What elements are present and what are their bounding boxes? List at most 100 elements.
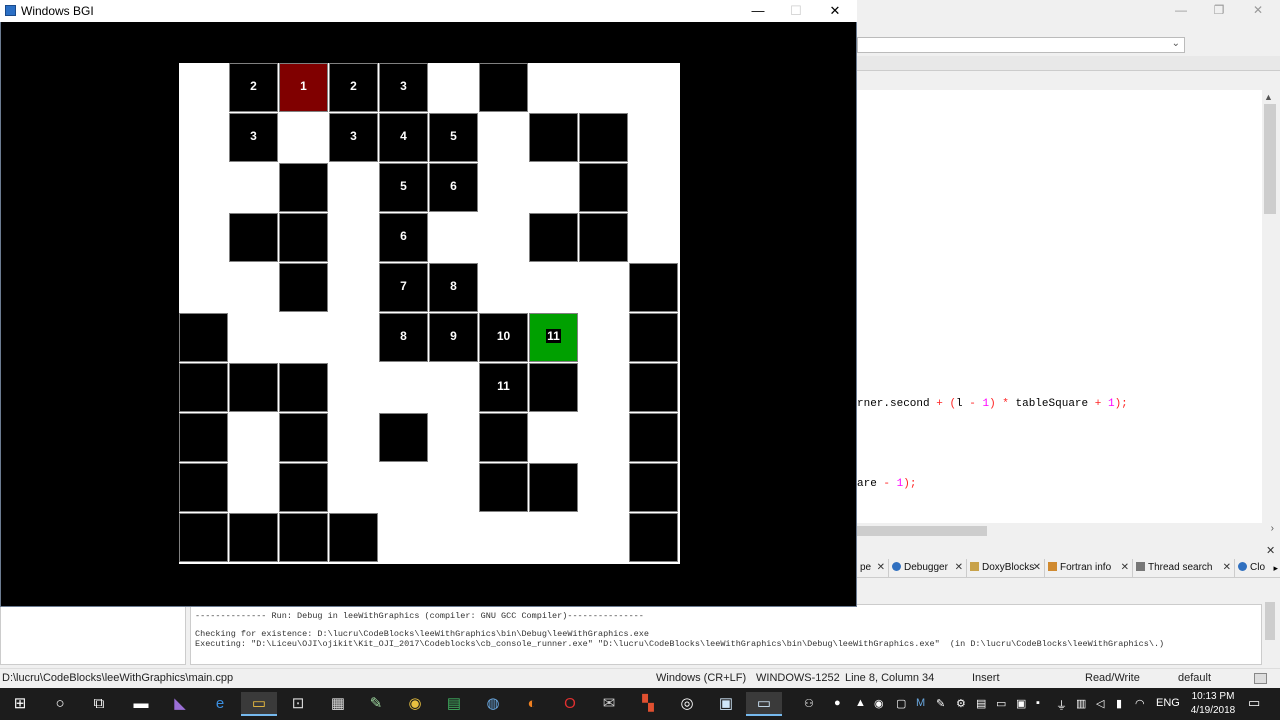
opera-icon[interactable]: O	[552, 692, 588, 716]
bgi-window[interactable]: 2 1 2 3 3 3 4 5 5 6 6 7 8 8 9 10 11 11	[0, 0, 857, 607]
status-insert-mode: Insert	[972, 672, 1000, 684]
wall-cell: 2	[329, 63, 378, 112]
scroll-thumb[interactable]	[1265, 602, 1275, 640]
tab-thread-search[interactable]: Thread search ✕	[1133, 559, 1235, 577]
tray-app-icon[interactable]: ▪	[1036, 697, 1040, 709]
tab-fortran-info[interactable]: Fortran info ✕	[1045, 559, 1133, 577]
free-cell	[329, 363, 379, 413]
obs-icon[interactable]: ◎	[669, 692, 705, 716]
free-cell	[229, 463, 279, 513]
network-icon[interactable]: ▥	[1076, 697, 1086, 710]
code-editor[interactable]: rner.second + (l - 1) * tableSquare + 1)…	[857, 90, 1262, 523]
ide-restore-button[interactable]: ❐	[1200, 0, 1238, 20]
end-cell: 11	[529, 313, 578, 362]
volume-icon[interactable]: ◁	[1096, 697, 1104, 710]
codeblocks-icon[interactable]: ▚	[630, 692, 666, 716]
free-cell	[179, 63, 229, 113]
free-cell	[579, 363, 629, 413]
doxyblocks-icon	[970, 562, 979, 571]
close-icon[interactable]: ✕	[955, 559, 963, 577]
task-view-icon[interactable]: ⧉	[81, 692, 117, 716]
close-icon[interactable]: ✕	[1033, 559, 1041, 577]
wall-cell	[229, 363, 278, 412]
close-icon[interactable]: ✕	[1121, 559, 1129, 577]
cell-distance-label: 2	[350, 79, 357, 93]
cortana-icon[interactable]: ○	[42, 692, 78, 716]
free-cell	[329, 213, 379, 263]
visual-studio-icon[interactable]: ◣	[162, 692, 198, 716]
bgi-title-bar[interactable]: Windows BGI — ☐ ✕	[0, 0, 857, 22]
tray-app-icon[interactable]: ▣	[1016, 697, 1026, 710]
tab-build-log[interactable]: pe ✕	[857, 559, 889, 577]
scroll-up-icon[interactable]: ▲	[1264, 92, 1273, 102]
tray-app-icon[interactable]: ▭	[996, 697, 1006, 710]
wall-cell: 2	[229, 63, 278, 112]
ide-close-button[interactable]: ✕	[1239, 0, 1277, 20]
chrome-icon[interactable]: ◉	[397, 692, 433, 716]
calculator-icon[interactable]: ▦	[320, 692, 356, 716]
tray-app-icon[interactable]: ▤	[976, 697, 986, 710]
wifi-icon[interactable]: ◠	[1135, 697, 1145, 710]
battery-icon[interactable]: ▮	[1116, 697, 1122, 710]
bgi-window-taskbar-icon[interactable]: ▭	[746, 692, 782, 716]
language-indicator[interactable]: ENG	[1156, 697, 1180, 709]
tab-label: Thread search	[1148, 562, 1213, 573]
free-cell	[579, 63, 629, 113]
firefox-icon[interactable]: ◐	[514, 692, 550, 716]
tab-scroll-right-icon[interactable]: ▸	[1273, 559, 1278, 577]
search-icon	[1136, 562, 1145, 571]
file-explorer-icon[interactable]: ▭	[241, 692, 277, 716]
log-vertical-scrollbar[interactable]	[1262, 578, 1278, 665]
close-button[interactable]: ✕	[816, 0, 854, 22]
close-icon[interactable]: ✕	[1223, 559, 1231, 577]
tray-app-icon[interactable]: ▲	[855, 697, 866, 709]
tray-app-icon[interactable]: ▢	[896, 697, 906, 710]
windows-start-icon[interactable]: ⊞	[2, 692, 38, 716]
ide-function-combo[interactable]: ⌄	[857, 37, 1185, 53]
notepad-icon[interactable]: ▣	[708, 692, 744, 716]
logs-close-icon[interactable]: ✕	[1266, 544, 1275, 557]
terminal-icon[interactable]: ▬	[123, 692, 159, 716]
minimize-button[interactable]: —	[739, 0, 777, 22]
wall-cell: 9	[429, 313, 478, 362]
maximize-button[interactable]: ☐	[777, 0, 815, 22]
tray-app-icon[interactable]: ●	[834, 697, 841, 709]
status-profile: default	[1178, 672, 1212, 684]
cell-distance-label: 9	[450, 329, 457, 343]
clock[interactable]: 10:13 PM 4/19/2018	[1186, 690, 1240, 718]
tray-app-icon[interactable]: ⚙	[956, 697, 966, 710]
notepadpp-icon[interactable]: ✎	[358, 692, 394, 716]
usb-icon[interactable]: ⏚	[1056, 697, 1067, 713]
people-icon[interactable]: ⚇	[804, 697, 814, 710]
free-cell	[529, 163, 579, 213]
editor-vertical-scrollbar[interactable]: ▲	[1262, 90, 1278, 523]
scroll-right-icon[interactable]: ›	[1271, 523, 1274, 534]
wall-cell	[229, 513, 278, 562]
tray-app-icon[interactable]: M	[916, 697, 925, 709]
thunderbird-icon[interactable]: ◍	[475, 692, 511, 716]
tab-debugger[interactable]: Debugger ✕	[889, 559, 967, 577]
tab-icon	[1238, 562, 1247, 571]
tab-doxyblocks[interactable]: DoxyBlocks ✕	[967, 559, 1045, 577]
build-log-panel[interactable]: -------------- Run: Debug in leeWithGrap…	[190, 604, 1262, 665]
free-cell	[429, 413, 479, 463]
store-icon[interactable]: ⊡	[280, 692, 316, 716]
excel-icon[interactable]: ▤	[436, 692, 472, 716]
mail-icon[interactable]: ✉	[591, 692, 627, 716]
status-encoding: WINDOWS-1252	[756, 672, 840, 684]
tab-closed-files[interactable]: Clo	[1235, 559, 1271, 577]
free-cell	[629, 213, 679, 263]
management-pane	[0, 604, 186, 665]
ide-minimize-button[interactable]: —	[1162, 0, 1200, 20]
tray-app-icon[interactable]: ✎	[936, 697, 945, 710]
wall-cell: 6	[429, 163, 478, 212]
wall-cell	[629, 363, 678, 412]
notifications-icon[interactable]: ▭	[1248, 695, 1260, 711]
edge-icon[interactable]: e	[202, 692, 238, 716]
scroll-thumb[interactable]	[1264, 104, 1276, 214]
chevron-down-icon: ⌄	[1171, 38, 1180, 49]
close-icon[interactable]: ✕	[877, 559, 885, 577]
editor-horizontal-scrollbar[interactable]: ›	[857, 523, 1278, 539]
scroll-thumb[interactable]	[857, 526, 987, 536]
tray-app-icon[interactable]: ◉	[874, 697, 884, 710]
